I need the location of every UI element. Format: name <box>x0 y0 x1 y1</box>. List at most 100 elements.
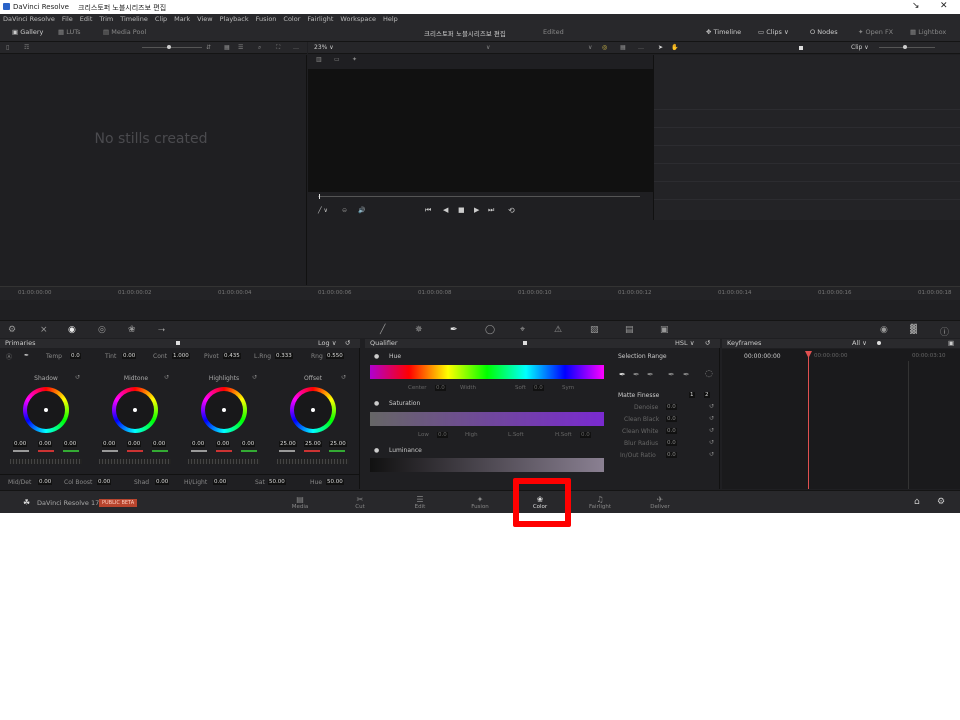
midtone-r[interactable]: 0.00 <box>127 441 142 447</box>
keyframes-track[interactable]: 00:00:00:00 00:00:00:00 00:00:03:10 <box>722 349 960 489</box>
offset-g[interactable]: 25.00 <box>329 441 347 447</box>
reset-icon[interactable]: ↺ <box>345 339 350 348</box>
shadow-master-slider[interactable] <box>10 459 82 464</box>
minimize-icon[interactable]: ↘ <box>912 1 920 11</box>
viewer-eye-icon[interactable]: ◉ <box>880 325 888 335</box>
offset-y[interactable]: 25.00 <box>279 441 297 447</box>
sizing-icon[interactable]: ▣ <box>660 325 669 335</box>
qualifier-icon[interactable]: ✒ <box>450 325 458 335</box>
sidebar-toggle-icon[interactable]: ▯ <box>6 44 9 51</box>
menu-mark[interactable]: Mark <box>174 15 190 23</box>
shadow-y[interactable]: 0.00 <box>13 441 28 447</box>
page-tab-cut[interactable]: ✂ Cut <box>340 495 380 510</box>
dropdown-chevron-icon[interactable]: ∨ <box>588 44 592 51</box>
rgb-mixer-icon[interactable]: ❀ <box>128 325 136 335</box>
add-album-icon[interactable]: ☶ <box>24 44 29 51</box>
lightbox-button[interactable]: ▦ Lightbox <box>910 28 946 36</box>
luts-button[interactable]: ▦ LUTs <box>58 28 81 36</box>
picker-minus-icon[interactable]: ✒ <box>633 370 640 379</box>
midtone-g[interactable]: 0.00 <box>152 441 167 447</box>
tint-value[interactable]: 0.00 <box>122 353 137 359</box>
shadow-reset-icon[interactable]: ↺ <box>75 374 80 381</box>
blur-radius-reset-icon[interactable]: ↺ <box>709 439 714 446</box>
picker-icon[interactable]: ✒ <box>24 352 29 359</box>
inout-ratio-reset-icon[interactable]: ↺ <box>709 451 714 458</box>
menu-workspace[interactable]: Workspace <box>340 15 376 23</box>
thumbnail-size-slider[interactable] <box>142 47 202 48</box>
sort-icon[interactable]: ⇵ <box>206 44 211 51</box>
nodes-button[interactable]: ⭘ Nodes <box>810 28 838 37</box>
sat-low-value[interactable]: 0.0 <box>437 432 448 438</box>
page-tab-fairlight[interactable]: ♫ Fairlight <box>580 495 620 510</box>
effects-overlay-icon[interactable]: ✦ <box>352 56 357 63</box>
midtone-reset-icon[interactable]: ↺ <box>164 374 169 381</box>
highlights-r[interactable]: 0.00 <box>216 441 231 447</box>
playhead-marker[interactable] <box>805 351 812 358</box>
feather-plus-icon[interactable]: ✒ <box>683 370 690 379</box>
offset-master-slider[interactable] <box>277 459 349 464</box>
hilight-value[interactable]: 0.00 <box>213 479 228 485</box>
menu-help[interactable]: Help <box>383 15 398 23</box>
open-fx-button[interactable]: ✦ Open FX <box>858 28 893 36</box>
middetail-value[interactable]: 0.00 <box>38 479 53 485</box>
menu-fairlight[interactable]: Fairlight <box>307 15 333 23</box>
color-match-icon[interactable]: ⨯ <box>40 325 48 335</box>
play-reverse-icon[interactable]: ◀ <box>443 206 448 214</box>
clips-button[interactable]: ▭ Clips ∨ <box>758 28 789 36</box>
offset-r[interactable]: 25.00 <box>304 441 322 447</box>
hue-center-value[interactable]: 0.0 <box>435 385 446 391</box>
curves-icon[interactable]: ╱ <box>380 325 385 335</box>
node-zoom-handle[interactable] <box>799 46 803 50</box>
key-icon[interactable]: ▤ <box>625 325 634 335</box>
timeline-button[interactable]: ✥ Timeline <box>706 28 741 36</box>
hue-range-bar[interactable] <box>370 365 604 379</box>
highlights-g[interactable]: 0.00 <box>241 441 256 447</box>
zoom-select[interactable]: 23% ∨ <box>314 44 334 51</box>
node-zoom-slider[interactable] <box>879 47 935 48</box>
magic-mask-icon[interactable]: ⚠ <box>554 325 562 335</box>
blur-radius-value[interactable]: 0.0 <box>666 440 677 446</box>
saturation-range-bar[interactable] <box>370 412 604 426</box>
color-warper-icon[interactable]: ✵ <box>415 325 423 335</box>
highlights-reset-icon[interactable]: ↺ <box>252 374 257 381</box>
more-options-icon[interactable]: … <box>293 44 299 51</box>
menu-view[interactable]: View <box>197 15 212 23</box>
home-icon[interactable]: ⌂ <box>914 497 920 507</box>
qualifier-picker-icon[interactable]: ✒ <box>619 370 626 379</box>
highlights-y[interactable]: 0.00 <box>191 441 206 447</box>
settings-gear-icon[interactable]: ⚙ <box>937 497 945 507</box>
clip-mode-select[interactable]: Clip ∨ <box>851 44 869 51</box>
loop-icon[interactable]: ⟲ <box>508 206 515 215</box>
stop-icon[interactable]: ■ <box>458 206 465 214</box>
shadow-g[interactable]: 0.00 <box>63 441 78 447</box>
go-to-end-icon[interactable]: ⏭ <box>488 206 494 215</box>
clean-black-value[interactable]: 0.0 <box>666 416 677 422</box>
page-tab-fusion[interactable]: ✦ Fusion <box>460 495 500 510</box>
thumbnail-slider-handle[interactable] <box>167 45 171 49</box>
menu-trim[interactable]: Trim <box>99 15 113 23</box>
saturation-toggle-icon[interactable]: ● <box>374 400 379 407</box>
menu-fusion[interactable]: Fusion <box>256 15 277 23</box>
grid-view-icon[interactable]: ▦ <box>224 44 230 51</box>
finesse-page-2[interactable]: 2 <box>704 392 710 398</box>
midtone-wheel-handle[interactable] <box>133 408 137 412</box>
hue-soft-value[interactable]: 0.0 <box>533 385 544 391</box>
menu-clip[interactable]: Clip <box>155 15 167 23</box>
shadow-r[interactable]: 0.00 <box>38 441 53 447</box>
node-slider-handle[interactable] <box>903 45 907 49</box>
qualifier-mode-select[interactable]: HSL ∨ <box>675 339 694 348</box>
viewer-layout-icon[interactable]: ▦ <box>620 44 626 51</box>
pivot-value[interactable]: 0.435 <box>223 353 241 359</box>
viewer-dropdown-icon[interactable]: ∨ <box>486 44 490 51</box>
go-to-start-icon[interactable]: ⏮ <box>425 206 431 215</box>
blur-icon[interactable]: ▧ <box>590 325 599 335</box>
close-icon[interactable]: ✕ <box>940 1 948 11</box>
play-icon[interactable]: ▶ <box>474 206 479 214</box>
reference-wipe-icon[interactable]: ⊖ <box>342 207 347 214</box>
qualifier-reset-icon[interactable]: ↺ <box>705 339 710 348</box>
menu-edit[interactable]: Edit <box>80 15 93 23</box>
sat-hsoft-value[interactable]: 0.0 <box>580 432 591 438</box>
menu-file[interactable]: File <box>62 15 73 23</box>
invert-icon[interactable]: ◌ <box>705 369 713 379</box>
qualifier-page-dot[interactable] <box>523 341 527 345</box>
